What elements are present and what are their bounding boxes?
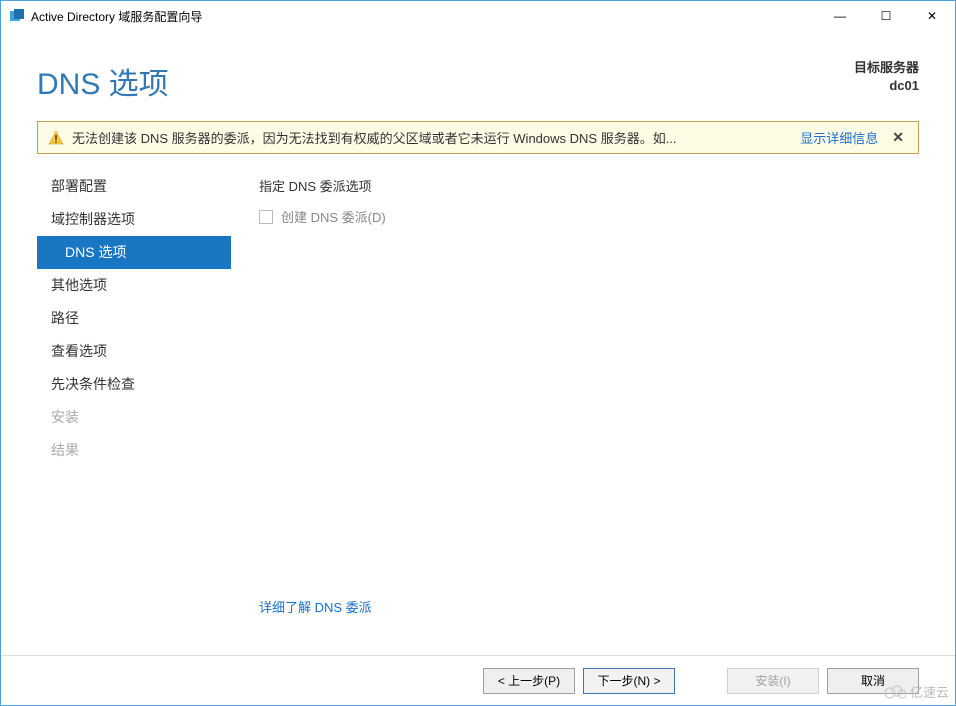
sidebar: 部署配置 域控制器选项 DNS 选项 其他选项 路径 查看选项 先决条件检查 安…: [37, 166, 231, 626]
sidebar-item-paths[interactable]: 路径: [37, 302, 231, 335]
spacer: [259, 226, 919, 597]
sidebar-item-install: 安装: [37, 401, 231, 434]
checkbox-icon: [259, 210, 273, 224]
window-controls: — ☐ ✕: [817, 1, 955, 31]
sidebar-item-label: 路径: [51, 310, 79, 326]
page-title: DNS 选项: [37, 59, 169, 103]
footer: < 上一步(P) 下一步(N) > 安装(I) 取消: [1, 655, 955, 705]
sidebar-item-prereq-check[interactable]: 先决条件检查: [37, 368, 231, 401]
warning-close-button[interactable]: ✕: [888, 129, 908, 146]
details-link[interactable]: 详细了解 DNS 委派: [259, 597, 919, 616]
target-server-label: 目标服务器: [854, 59, 919, 77]
sidebar-item-label: 查看选项: [51, 343, 107, 359]
minimize-button[interactable]: —: [817, 1, 863, 31]
sidebar-item-results: 结果: [37, 434, 231, 467]
target-server: 目标服务器 dc01: [854, 59, 919, 95]
body: 部署配置 域控制器选项 DNS 选项 其他选项 路径 查看选项 先决条件检查 安…: [1, 166, 955, 626]
window-title: Active Directory 域服务配置向导: [31, 8, 817, 25]
header: DNS 选项 目标服务器 dc01: [1, 31, 955, 121]
cancel-button[interactable]: 取消: [827, 668, 919, 694]
install-button: 安装(I): [727, 668, 819, 694]
maximize-button[interactable]: ☐: [863, 1, 909, 31]
sidebar-item-dns-options[interactable]: DNS 选项: [37, 236, 231, 269]
sidebar-item-label: 先决条件检查: [51, 376, 135, 392]
titlebar: Active Directory 域服务配置向导 — ☐ ✕: [1, 1, 955, 31]
sidebar-item-other-options[interactable]: 其他选项: [37, 269, 231, 302]
sidebar-item-label: 安装: [51, 409, 79, 425]
previous-button[interactable]: < 上一步(P): [483, 668, 575, 694]
warning-bar: 无法创建该 DNS 服务器的委派，因为无法找到有权威的父区域或者它未运行 Win…: [37, 121, 919, 154]
create-dns-delegation-checkbox[interactable]: 创建 DNS 委派(D): [259, 207, 919, 226]
warning-icon: [48, 130, 64, 146]
warning-text: 无法创建该 DNS 服务器的委派，因为无法找到有权威的父区域或者它未运行 Win…: [72, 128, 794, 147]
sidebar-item-label: DNS 选项: [65, 244, 126, 260]
section-label: 指定 DNS 委派选项: [259, 176, 919, 195]
sidebar-item-deploy-config[interactable]: 部署配置: [37, 170, 231, 203]
sidebar-item-dc-options[interactable]: 域控制器选项: [37, 203, 231, 236]
sidebar-item-label: 域控制器选项: [51, 211, 135, 227]
checkbox-label: 创建 DNS 委派(D): [281, 207, 386, 226]
app-icon: [9, 8, 25, 24]
target-server-value: dc01: [854, 77, 919, 95]
close-button[interactable]: ✕: [909, 1, 955, 31]
next-button[interactable]: 下一步(N) >: [583, 668, 675, 694]
sidebar-item-review-options[interactable]: 查看选项: [37, 335, 231, 368]
sidebar-item-label: 结果: [51, 442, 79, 458]
sidebar-item-label: 其他选项: [51, 277, 107, 293]
content: 指定 DNS 委派选项 创建 DNS 委派(D) 详细了解 DNS 委派: [231, 166, 919, 626]
sidebar-item-label: 部署配置: [51, 178, 107, 194]
warning-details-link[interactable]: 显示详细信息: [800, 128, 878, 147]
